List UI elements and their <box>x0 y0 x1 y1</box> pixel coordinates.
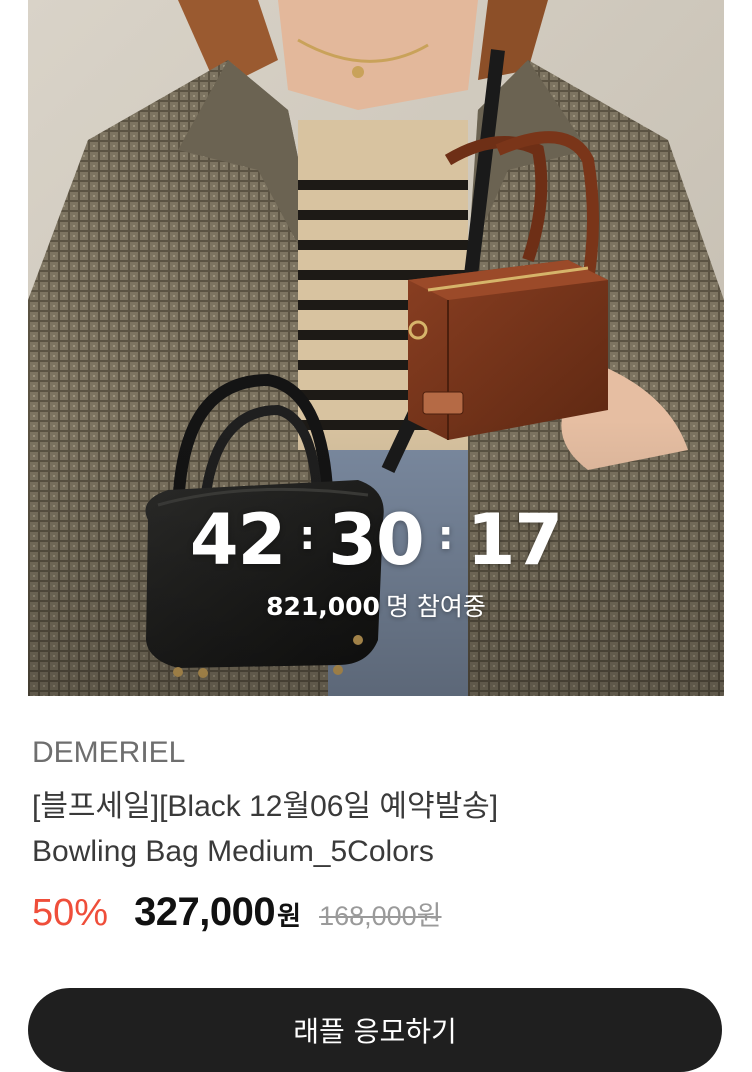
discount-rate: 50% <box>32 892 109 934</box>
countdown-seconds: 17 <box>466 499 563 581</box>
sale-price: 327,000 <box>134 890 276 934</box>
product-title[interactable]: [블프세일][Black 12월06일 예약발송] Bowling Bag Me… <box>32 784 712 874</box>
product-image[interactable]: 42 : 30 : 17 821,000 명 참여중 <box>28 0 724 696</box>
product-title-line1: [블프세일][Black 12월06일 예약발송] <box>32 790 499 823</box>
participant-suffix: 명 참여중 <box>385 592 486 621</box>
price-unit: 원 <box>277 901 302 931</box>
participant-number: 821,000 <box>266 592 380 621</box>
original-price: 168,000원 <box>319 901 442 931</box>
product-title-line2: Bowling Bag Medium_5Colors <box>32 835 434 868</box>
participant-count: 821,000 명 참여중 <box>28 588 724 626</box>
countdown-separator: : <box>437 513 454 559</box>
countdown-hours: 42 <box>189 499 286 581</box>
price-row: 50% 327,000 원 168,000원 <box>32 890 442 942</box>
countdown-minutes: 30 <box>328 499 424 581</box>
countdown-separator: : <box>299 513 315 559</box>
brand-name[interactable]: DEMERIEL <box>32 733 185 773</box>
raffle-apply-button[interactable]: 래플 응모하기 <box>28 988 722 1072</box>
countdown-timer: 42 : 30 : 17 <box>28 498 724 582</box>
